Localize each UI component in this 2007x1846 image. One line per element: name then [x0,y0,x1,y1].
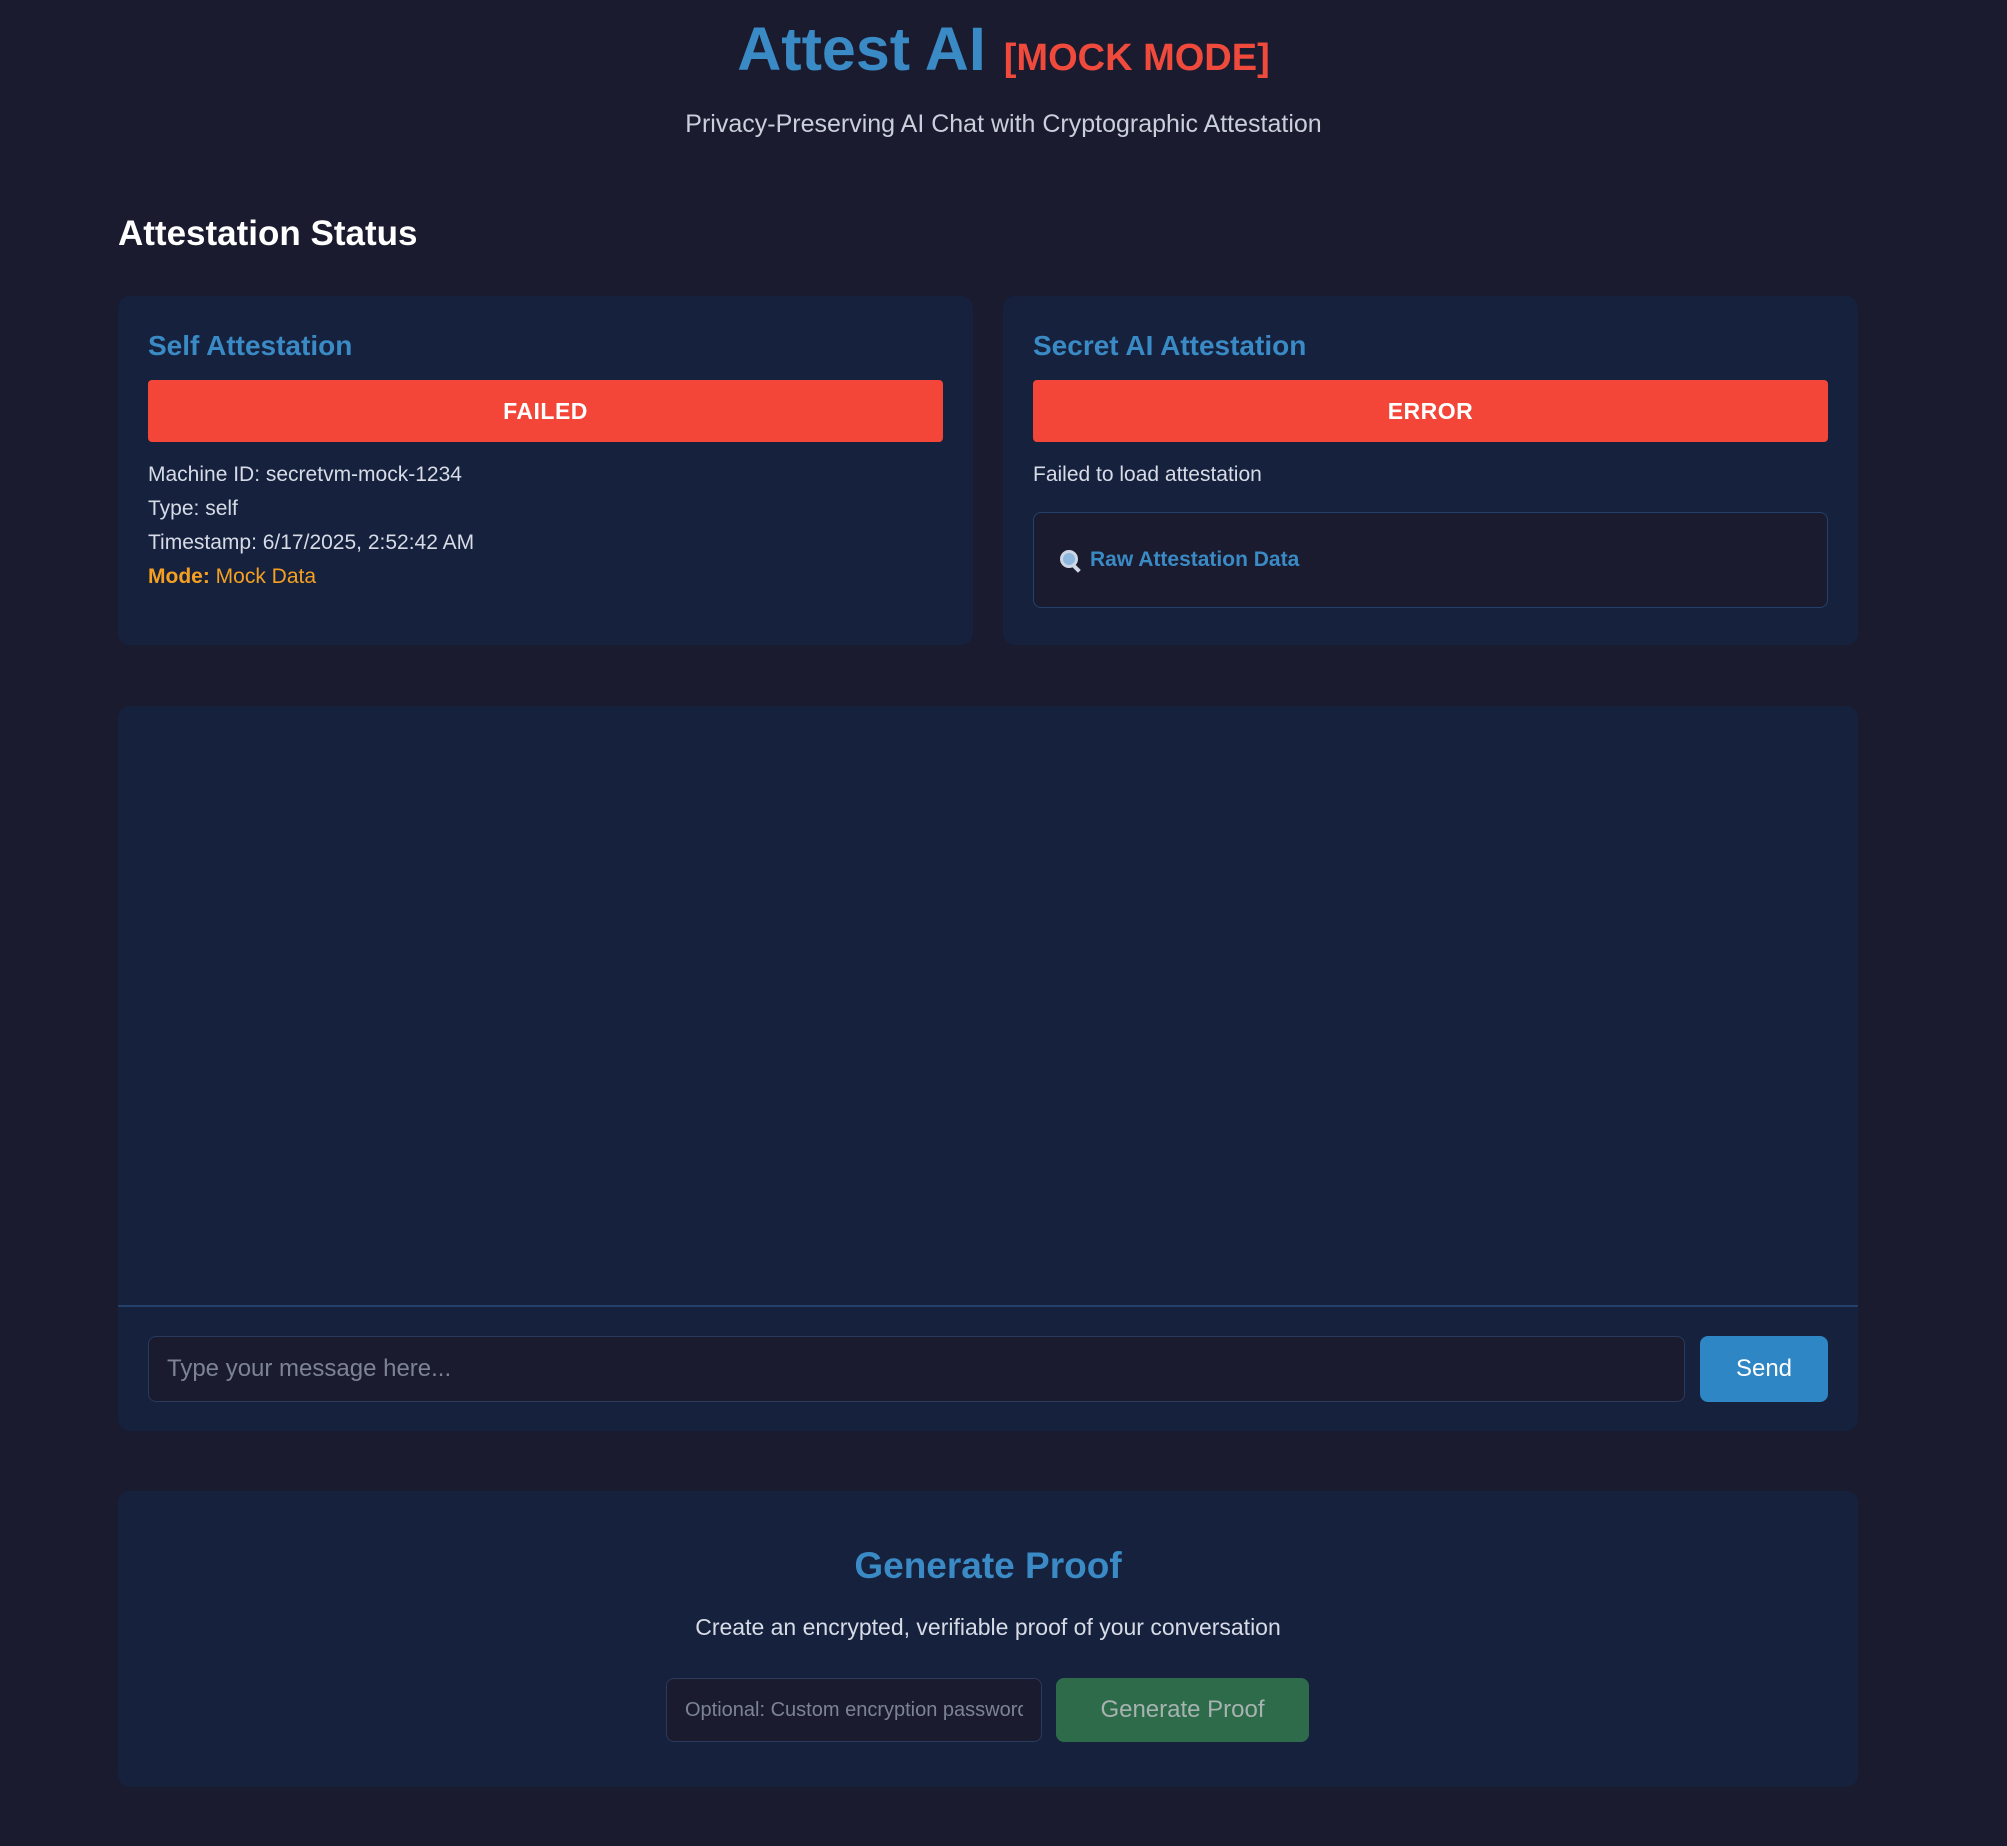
mock-mode-badge: [MOCK MODE] [1003,37,1270,79]
secret-ai-attestation-status-badge: ERROR [1033,380,1828,442]
secret-ai-attestation-title: Secret AI Attestation [1033,330,1307,361]
raw-attestation-data-toggle[interactable]: Raw Attestation Data [1033,512,1828,608]
self-attestation-title: Self Attestation [148,330,353,361]
app-subtitle: Privacy-Preserving AI Chat with Cryptogr… [685,110,1322,138]
mode-label: Mode: [148,565,210,588]
mode-value: Mock Data [215,565,317,588]
chat-messages-area[interactable] [118,706,1858,1305]
mode-text: Mode: Mock Data [148,560,943,594]
generate-proof-title: Generate Proof [854,1545,1122,1586]
raw-attestation-data-label[interactable]: Raw Attestation Data [1090,548,1299,572]
generate-proof-panel: Generate Proof Create an encrypted, veri… [118,1491,1858,1787]
secret-ai-attestation-card: Secret AI Attestation ERROR Failed to lo… [1003,296,1858,645]
app-title: Attest AI [737,15,986,83]
magnifier-icon [1058,548,1082,573]
send-button[interactable]: Send [1700,1336,1828,1402]
chat-divider [118,1305,1858,1307]
attestation-section-title: Attestation Status [118,214,418,253]
timestamp-text: Timestamp: 6/17/2025, 2:52:42 AM [148,531,475,554]
app-header: Attest AI [MOCK MODE] [0,14,2007,84]
encryption-password-input[interactable] [666,1678,1042,1742]
chat-message-input[interactable] [148,1336,1685,1402]
generate-proof-description: Create an encrypted, verifiable proof of… [695,1614,1281,1640]
chat-panel: Send [118,706,1858,1431]
machine-id-text: Machine ID: secretvm-mock-1234 [148,463,462,486]
self-attestation-card: Self Attestation FAILED Machine ID: secr… [118,296,973,645]
attestation-error-message: Failed to load attestation [1033,463,1262,486]
generate-proof-button[interactable]: Generate Proof [1056,1678,1309,1742]
type-text: Type: self [148,497,238,520]
self-attestation-status-badge: FAILED [148,380,943,442]
